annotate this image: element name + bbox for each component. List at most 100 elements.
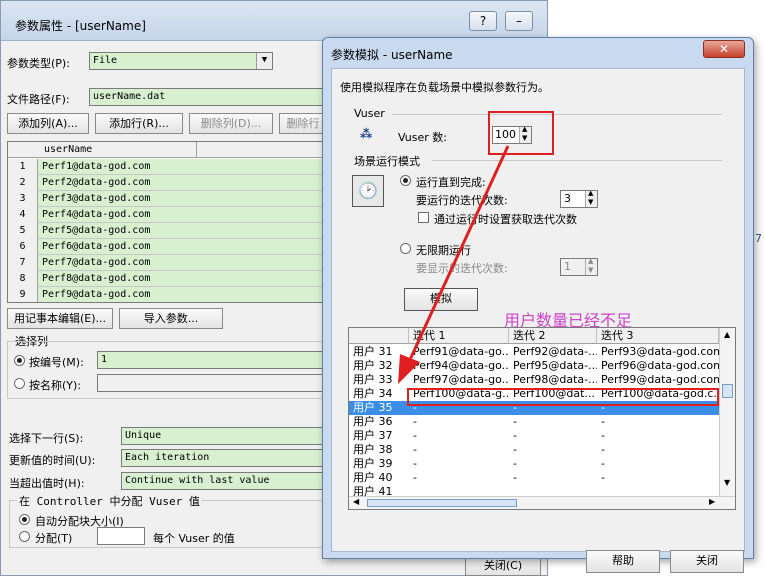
iteration-cell[interactable]: - — [509, 415, 597, 429]
table-header-iteration-3[interactable]: 迭代 3 — [597, 328, 719, 344]
import-params-button[interactable]: 导入参数... — [119, 308, 223, 329]
minimize-button[interactable]: – — [505, 11, 533, 31]
iteration-cell[interactable]: - — [597, 415, 719, 429]
allocate-radio[interactable] — [19, 531, 30, 542]
row-number[interactable]: 4 — [8, 207, 38, 223]
iteration-cell[interactable]: - — [597, 471, 719, 485]
row-value[interactable]: Perf1@data-god.com — [38, 159, 326, 174]
by-number-radio[interactable] — [14, 355, 25, 366]
row-value[interactable]: Perf9@data-god.com — [38, 287, 326, 302]
delete-row-button[interactable]: 删除行 — [279, 113, 327, 134]
close-button[interactable]: 关闭 — [670, 550, 744, 573]
iteration-cell[interactable]: Perf93@data-god.com — [597, 345, 719, 359]
scroll-down-icon[interactable]: ▼ — [724, 478, 730, 487]
iteration-cell[interactable]: - — [409, 415, 509, 429]
iteration-cell[interactable]: - — [597, 457, 719, 471]
help-button[interactable]: ? — [469, 11, 497, 31]
dialog-close-button[interactable]: ✕ — [703, 40, 745, 58]
iteration-cell[interactable]: Perf99@data-god.com — [597, 373, 719, 387]
row-value[interactable]: Perf5@data-god.com — [38, 223, 326, 238]
table-row[interactable]: 用户 40- - - — [349, 471, 719, 485]
delete-column-button[interactable]: 删除列(D)... — [189, 113, 273, 134]
row-number[interactable]: 5 — [8, 223, 38, 239]
table-row[interactable]: 7 Perf7@data-god.com — [8, 255, 326, 271]
help-button[interactable]: 帮助 — [586, 550, 660, 573]
table-row[interactable]: 9 Perf9@data-god.com — [8, 287, 326, 302]
spinner-arrows-icon[interactable]: ▲ ▼ — [585, 257, 597, 275]
row-value[interactable]: Perf4@data-god.com — [38, 207, 326, 222]
iteration-cell[interactable]: - — [509, 457, 597, 471]
by-name-select[interactable] — [97, 374, 327, 392]
iteration-cell[interactable]: - — [509, 471, 597, 485]
table-row[interactable]: 6 Perf6@data-god.com — [8, 239, 326, 255]
user-cell[interactable]: 用户 36 — [349, 415, 409, 429]
row-number[interactable]: 2 — [8, 175, 38, 191]
row-number[interactable]: 6 — [8, 239, 38, 255]
scroll-up-icon[interactable]: ▲ — [724, 330, 730, 339]
display-iterations-stepper[interactable]: 1 ▲ ▼ — [560, 257, 598, 276]
row-value[interactable]: Perf7@data-god.com — [38, 255, 326, 270]
user-cell[interactable]: 用户 35 — [349, 401, 409, 415]
row-number[interactable]: 3 — [8, 191, 38, 207]
table-row[interactable]: 2 Perf2@data-god.com — [8, 175, 326, 191]
iteration-cell[interactable]: Perf92@data-... — [509, 345, 597, 359]
table-row[interactable]: 用户 36- - - — [349, 415, 719, 429]
out-of-values-select[interactable]: Continue with last value — [121, 472, 327, 490]
by-number-input[interactable]: 1 — [97, 351, 327, 369]
row-value[interactable]: Perf3@data-god.com — [38, 191, 326, 206]
chevron-down-icon[interactable]: ▼ — [256, 53, 272, 69]
table-row[interactable]: 用户 38- - - — [349, 443, 719, 457]
row-value[interactable]: Perf2@data-god.com — [38, 175, 326, 190]
table-row[interactable]: 5 Perf5@data-god.com — [8, 223, 326, 239]
add-column-button[interactable]: 添加列(A)... — [7, 113, 89, 134]
select-next-row-select[interactable]: Unique — [121, 427, 327, 445]
user-cell[interactable]: 用户 39 — [349, 457, 409, 471]
iteration-cell[interactable]: Perf95@data-... — [509, 359, 597, 373]
update-value-select[interactable]: Each iteration — [121, 449, 327, 467]
edit-with-notepad-button[interactable]: 用记事本编辑(E)... — [7, 308, 113, 329]
user-cell[interactable]: 用户 38 — [349, 443, 409, 457]
scroll-right-icon[interactable]: ▶ — [709, 497, 715, 506]
iteration-cell[interactable]: - — [597, 429, 719, 443]
iteration-cell[interactable]: - — [409, 429, 509, 443]
add-row-button[interactable]: 添加行(R)... — [95, 113, 183, 134]
iteration-cell[interactable]: - — [509, 429, 597, 443]
row-number[interactable]: 7 — [8, 255, 38, 271]
param-type-select[interactable]: File ▼ — [89, 52, 273, 70]
table-row[interactable]: 8 Perf8@data-god.com — [8, 271, 326, 287]
iteration-cell[interactable]: Perf96@data-god.com — [597, 359, 719, 373]
column-header-username[interactable]: userName — [44, 144, 92, 155]
file-path-input[interactable]: userName.dat — [89, 88, 329, 106]
row-value[interactable]: Perf6@data-god.com — [38, 239, 326, 254]
horizontal-scrollbar[interactable]: ◀ ▶ — [349, 496, 735, 509]
scroll-left-icon[interactable]: ◀ — [353, 497, 359, 506]
table-row[interactable]: 用户 37- - - — [349, 429, 719, 443]
row-number[interactable]: 8 — [8, 271, 38, 287]
user-cell[interactable]: 用户 37 — [349, 429, 409, 443]
iteration-cell[interactable]: - — [409, 457, 509, 471]
param-type-label: 参数类型(P): — [7, 57, 70, 70]
table-row[interactable]: 3 Perf3@data-god.com — [8, 191, 326, 207]
iteration-cell[interactable]: - — [597, 443, 719, 457]
horizontal-scrollbar-thumb[interactable] — [367, 499, 517, 507]
iteration-cell[interactable]: - — [509, 443, 597, 457]
row-value[interactable]: Perf8@data-god.com — [38, 271, 326, 286]
table-row[interactable]: 用户 39- - - — [349, 457, 719, 471]
iteration-cell[interactable]: Perf98@data-... — [509, 373, 597, 387]
spinner-arrows-icon[interactable]: ▲ ▼ — [585, 189, 597, 207]
iteration-cell[interactable]: - — [409, 443, 509, 457]
row-number[interactable]: 9 — [8, 287, 38, 302]
table-header-iteration-2[interactable]: 迭代 2 — [509, 328, 597, 344]
iteration-cell[interactable]: - — [409, 471, 509, 485]
by-name-radio[interactable] — [14, 378, 25, 389]
table-row[interactable]: 1 Perf1@data-god.com — [8, 159, 326, 175]
user-cell[interactable]: 用户 40 — [349, 471, 409, 485]
table-row[interactable]: 4 Perf4@data-god.com — [8, 207, 326, 223]
scrollbar-thumb[interactable] — [722, 384, 733, 398]
data-grid[interactable]: userName 1 Perf1@data-god.com 2 Perf2@data-… — [7, 141, 327, 303]
row-number[interactable]: 1 — [8, 159, 38, 175]
iterations-stepper[interactable]: 3 ▲ ▼ — [560, 189, 598, 208]
allocate-count-input[interactable] — [97, 527, 145, 545]
vertical-scrollbar[interactable]: ▲ ▼ — [719, 328, 735, 496]
auto-allocate-radio[interactable] — [19, 514, 30, 525]
